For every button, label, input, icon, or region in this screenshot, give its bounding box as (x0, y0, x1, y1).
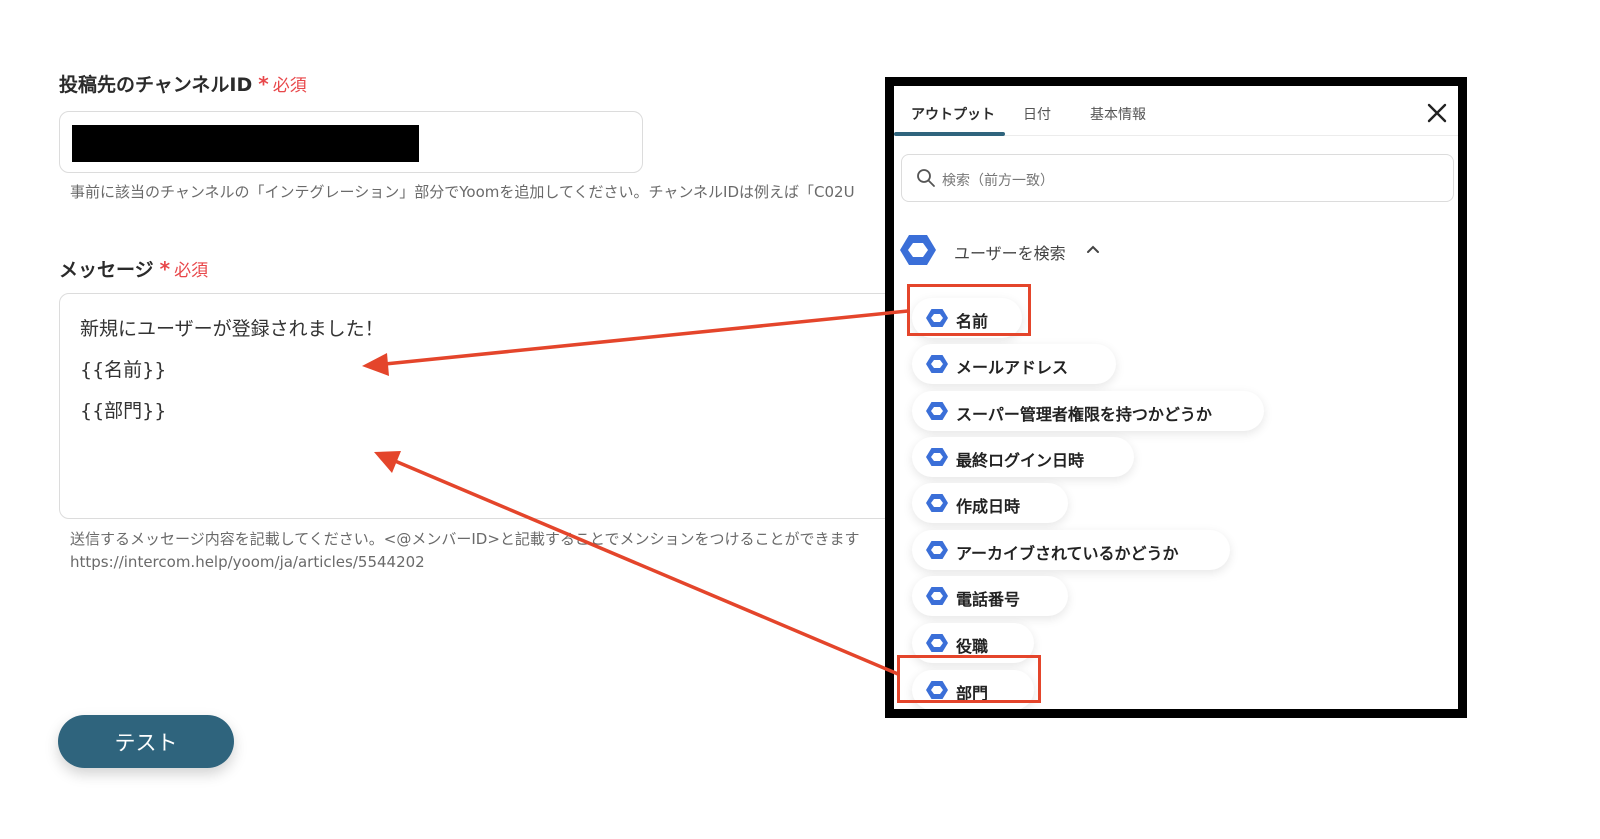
message-line: {{名前}} (80, 359, 167, 381)
output-item-label: スーパー管理者権限を持つかどうか (956, 405, 1212, 424)
search-input[interactable]: 検索（前方一致） (901, 154, 1454, 202)
output-item[interactable]: 電話番号 (912, 576, 1068, 616)
highlight-box-name (907, 284, 1031, 336)
google-workspace-icon (926, 634, 948, 652)
channel-id-help: 事前に該当のチャンネルの「インテグレーション」部分でYoomを追加してください。… (70, 183, 855, 201)
channel-id-input[interactable] (59, 111, 643, 173)
google-workspace-icon (900, 235, 936, 265)
output-item[interactable]: 最終ログイン日時 (912, 437, 1134, 477)
required-text: 必須 (174, 261, 209, 281)
output-item-label: 最終ログイン日時 (956, 451, 1085, 470)
highlight-box-department (897, 655, 1041, 703)
required-text: 必須 (272, 76, 307, 96)
required-star: * (258, 72, 269, 96)
output-item[interactable]: アーカイブされているかどうか (912, 530, 1230, 570)
search-placeholder: 検索（前方一致） (942, 173, 1054, 189)
message-label-text: メッセージ (59, 259, 154, 281)
message-help-link[interactable]: https://intercom.help/yoom/ja/articles/5… (70, 553, 425, 571)
google-workspace-icon (926, 355, 948, 373)
google-workspace-icon (926, 402, 948, 420)
output-panel: アウトプット 日付 基本情報 検索（前方一致） ユーザーを検索 名前 メールアド… (885, 77, 1467, 718)
message-line: {{部門}} (80, 400, 167, 422)
tab-date[interactable]: 日付 (1023, 104, 1051, 124)
test-button[interactable]: テスト (58, 715, 234, 768)
output-item[interactable]: 作成日時 (912, 483, 1068, 523)
output-item-label: 電話番号 (956, 590, 1021, 609)
output-item-label: 役職 (956, 637, 989, 656)
channel-id-label-text: 投稿先のチャンネルID (59, 74, 253, 96)
message-help: 送信するメッセージ内容を記載してください。<@メンバーID>と記載することでメン… (70, 530, 860, 548)
channel-id-label: 投稿先のチャンネルID * 必須 (59, 70, 307, 97)
output-item-label: メールアドレス (956, 358, 1069, 377)
message-label: メッセージ * 必須 (59, 255, 208, 282)
google-workspace-icon (926, 494, 948, 512)
output-item[interactable]: スーパー管理者権限を持つかどうか (912, 391, 1264, 431)
section-header[interactable]: ユーザーを検索 (900, 232, 1200, 268)
google-workspace-icon (926, 587, 948, 605)
output-item-label: アーカイブされているかどうか (956, 544, 1179, 563)
required-star: * (159, 257, 171, 281)
chevron-up-icon[interactable] (1086, 244, 1100, 254)
close-icon[interactable] (1426, 102, 1448, 124)
tab-output[interactable]: アウトプット (911, 104, 995, 124)
active-tab-indicator (894, 132, 1005, 136)
output-item-label: 作成日時 (956, 497, 1021, 516)
message-textarea[interactable]: 新規にユーザーが登録されました！ {{名前}} {{部門}} (59, 293, 939, 519)
output-item[interactable]: メールアドレス (912, 344, 1116, 384)
google-workspace-icon (926, 541, 948, 559)
search-icon (917, 169, 935, 187)
message-line: 新規にユーザーが登録されました！ (80, 318, 384, 340)
section-title: ユーザーを検索 (954, 244, 1066, 263)
panel-tabs: アウトプット 日付 基本情報 (894, 86, 1458, 136)
redacted-value (72, 125, 419, 162)
google-workspace-icon (926, 448, 948, 466)
tab-basic-info[interactable]: 基本情報 (1090, 104, 1146, 124)
